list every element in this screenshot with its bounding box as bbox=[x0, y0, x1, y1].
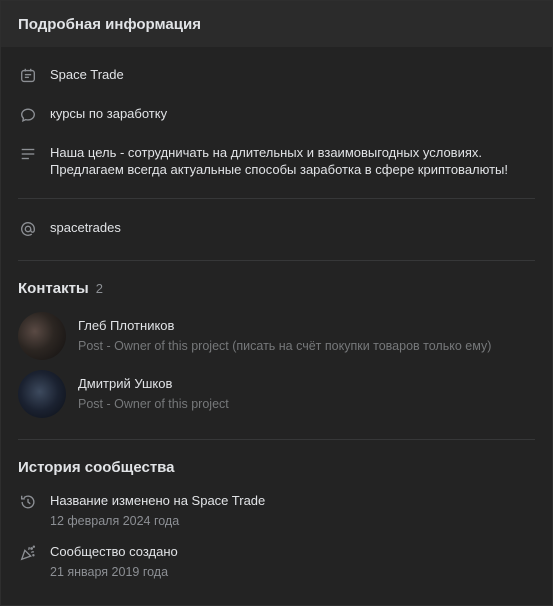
contact-name[interactable]: Дмитрий Ушков bbox=[78, 375, 229, 392]
history-item-title: Название изменено на Space Trade bbox=[50, 493, 266, 508]
history-item-title: Сообщество создано bbox=[50, 544, 178, 559]
text-lines-icon bbox=[18, 144, 38, 164]
divider bbox=[18, 260, 535, 261]
community-status: курсы по заработку bbox=[50, 106, 168, 121]
contact-role: Post - Owner of this project bbox=[78, 397, 229, 411]
community-description: Наша цель - сотрудничать на длительных и… bbox=[50, 144, 508, 178]
contact-item[interactable]: Глеб Плотников Post - Owner of this proj… bbox=[1, 312, 552, 360]
community-name-icon bbox=[18, 66, 38, 86]
info-row-status: курсы по заработку bbox=[1, 105, 552, 125]
history-item-date: 21 января 2019 года bbox=[50, 565, 169, 579]
avatar[interactable] bbox=[18, 312, 66, 360]
history-icon bbox=[18, 492, 38, 512]
contacts-section-title[interactable]: Контакты 2 bbox=[1, 280, 552, 297]
divider bbox=[18, 439, 535, 440]
info-row-domain[interactable]: spacetrades bbox=[1, 219, 552, 239]
party-popper-icon bbox=[18, 543, 38, 563]
community-info-panel: Подробная информация Space Trade курсы п… bbox=[0, 0, 553, 606]
contacts-title: Контакты bbox=[18, 280, 89, 297]
description-line-1: Наша цель - сотрудничать на длительных и… bbox=[50, 145, 482, 160]
divider bbox=[18, 198, 535, 199]
speech-bubble-icon bbox=[18, 105, 38, 125]
history-item: Сообщество создано 21 января 2019 года bbox=[1, 543, 552, 581]
info-row-name: Space Trade bbox=[1, 66, 552, 86]
contact-item[interactable]: Дмитрий Ушков Post - Owner of this proje… bbox=[1, 370, 552, 418]
community-domain[interactable]: spacetrades bbox=[50, 219, 121, 236]
info-row-description: Наша цель - сотрудничать на длительных и… bbox=[1, 144, 552, 178]
at-sign-icon bbox=[18, 219, 38, 239]
history-item-date: 12 февраля 2024 года bbox=[50, 514, 180, 528]
contact-name[interactable]: Глеб Плотников bbox=[78, 317, 491, 334]
contact-role: Post - Owner of this project (писать на … bbox=[78, 339, 492, 353]
history-title: История сообщества bbox=[18, 459, 175, 476]
history-item: Название изменено на Space Trade 12 февр… bbox=[1, 492, 552, 530]
panel-title: Подробная информация bbox=[18, 15, 201, 33]
description-line-2: Предлагаем всегда актуальные способы зар… bbox=[50, 162, 509, 177]
panel-header: Подробная информация bbox=[1, 1, 552, 47]
history-section-title: История сообщества bbox=[1, 459, 552, 476]
contacts-count: 2 bbox=[95, 281, 103, 296]
community-name: Space Trade bbox=[50, 67, 124, 82]
avatar[interactable] bbox=[18, 370, 66, 418]
